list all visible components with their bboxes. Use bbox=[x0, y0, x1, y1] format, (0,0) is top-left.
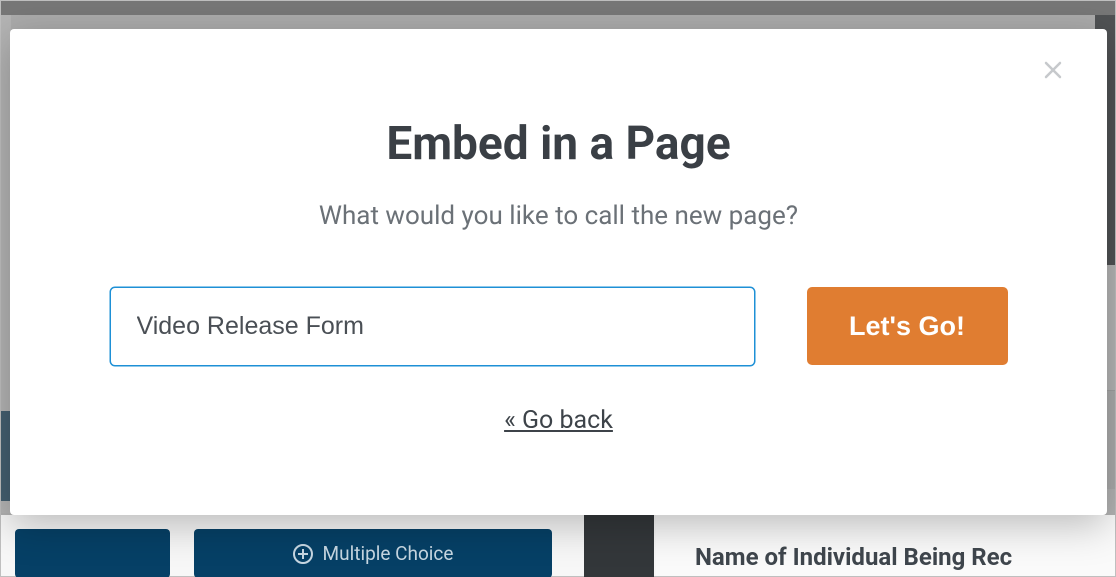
plus-circle-icon bbox=[293, 544, 313, 564]
modal-title: Embed in a Page bbox=[10, 117, 1107, 171]
lets-go-button[interactable]: Let's Go! bbox=[807, 287, 1008, 365]
modal-subtitle: What would you like to call the new page… bbox=[10, 201, 1107, 231]
close-icon bbox=[1043, 60, 1063, 80]
bg-multiple-choice-label: Multiple Choice bbox=[323, 542, 454, 565]
bg-form-field-label: Name of Individual Being Rec bbox=[695, 543, 1012, 571]
go-back-link[interactable]: « Go back bbox=[10, 406, 1107, 435]
page-name-input[interactable] bbox=[110, 287, 755, 366]
bg-multiple-choice-button: Multiple Choice bbox=[194, 529, 552, 577]
bg-field-button-1 bbox=[15, 529, 170, 577]
close-button[interactable] bbox=[1043, 57, 1073, 87]
embed-page-modal: Embed in a Page What would you like to c… bbox=[10, 29, 1107, 515]
